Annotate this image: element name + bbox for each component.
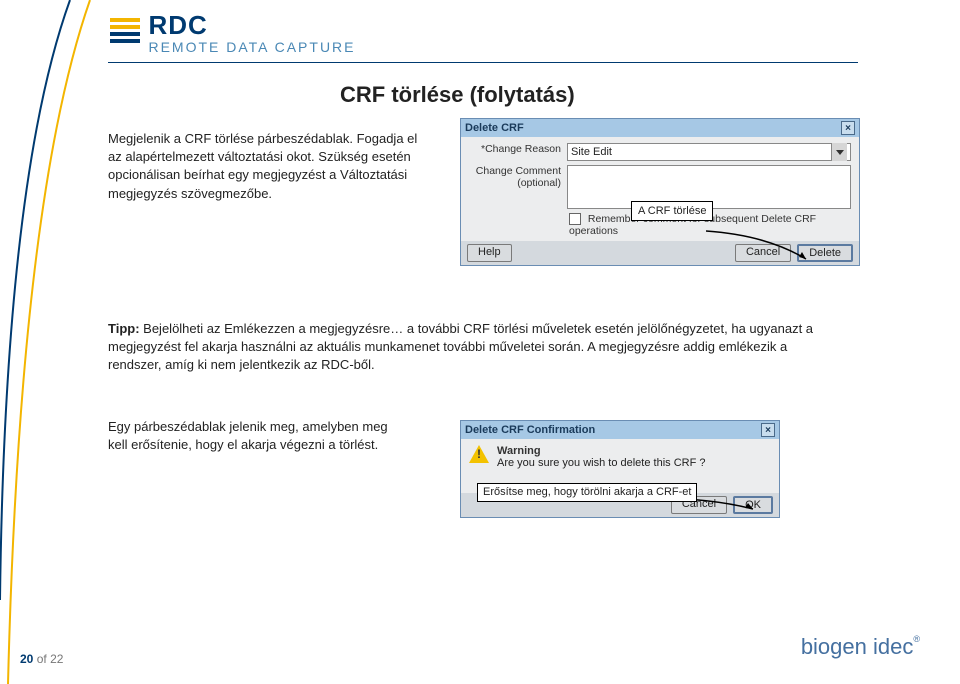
brand-text: biogen idec xyxy=(801,634,914,659)
logo-text-main: RDC xyxy=(148,10,355,41)
dialog2-title: Delete CRF Confirmation xyxy=(465,424,595,436)
close-icon[interactable]: × xyxy=(841,121,855,135)
page-number: 20 of 22 xyxy=(20,652,63,666)
page-of: of xyxy=(37,652,47,666)
change-comment-label: Change Comment (optional) xyxy=(469,165,567,189)
page-title: CRF törlése (folytatás) xyxy=(340,82,575,108)
help-button[interactable]: Help xyxy=(467,244,512,262)
annotation-box-1: A CRF törlése xyxy=(631,201,713,221)
brand-footer: biogen idec® xyxy=(801,634,920,660)
warning-icon xyxy=(469,445,489,463)
dialog1-title: Delete CRF xyxy=(465,122,524,134)
change-reason-label: *Change Reason xyxy=(469,143,567,155)
page-total: 22 xyxy=(50,652,63,666)
warning-heading: Warning xyxy=(497,445,705,457)
warning-body: Are you sure you wish to delete this CRF… xyxy=(497,457,705,469)
annotation-box-2: Erősítse meg, hogy törölni akarja a CRF-… xyxy=(477,483,697,502)
page-current: 20 xyxy=(20,652,33,666)
delete-confirmation-dialog: Delete CRF Confirmation × Warning Are yo… xyxy=(460,420,780,518)
remember-checkbox[interactable] xyxy=(569,213,581,225)
chevron-down-icon[interactable] xyxy=(831,143,847,161)
intro-paragraph: Megjelenik a CRF törlése párbeszédablak.… xyxy=(108,130,418,203)
logo-text-sub: REMOTE DATA CAPTURE xyxy=(148,39,355,55)
change-reason-select[interactable]: Site Edit xyxy=(567,143,851,161)
tip-paragraph: Tipp: Bejelölheti az Emlékezzen a megjeg… xyxy=(108,320,838,375)
logo: RDC REMOTE DATA CAPTURE xyxy=(110,10,356,57)
annotation-arrow-1 xyxy=(706,227,816,267)
change-reason-value: Site Edit xyxy=(571,146,612,158)
tip-label: Tipp: xyxy=(108,321,140,336)
header-divider xyxy=(108,62,858,63)
close-icon[interactable]: × xyxy=(761,423,775,437)
confirmation-paragraph: Egy párbeszédablak jelenik meg, amelyben… xyxy=(108,418,408,454)
tip-text: Bejelölheti az Emlékezzen a megjegyzésre… xyxy=(108,321,813,372)
delete-crf-dialog: Delete CRF × *Change Reason Site Edit Ch… xyxy=(460,118,860,266)
decorative-curves xyxy=(0,0,100,684)
